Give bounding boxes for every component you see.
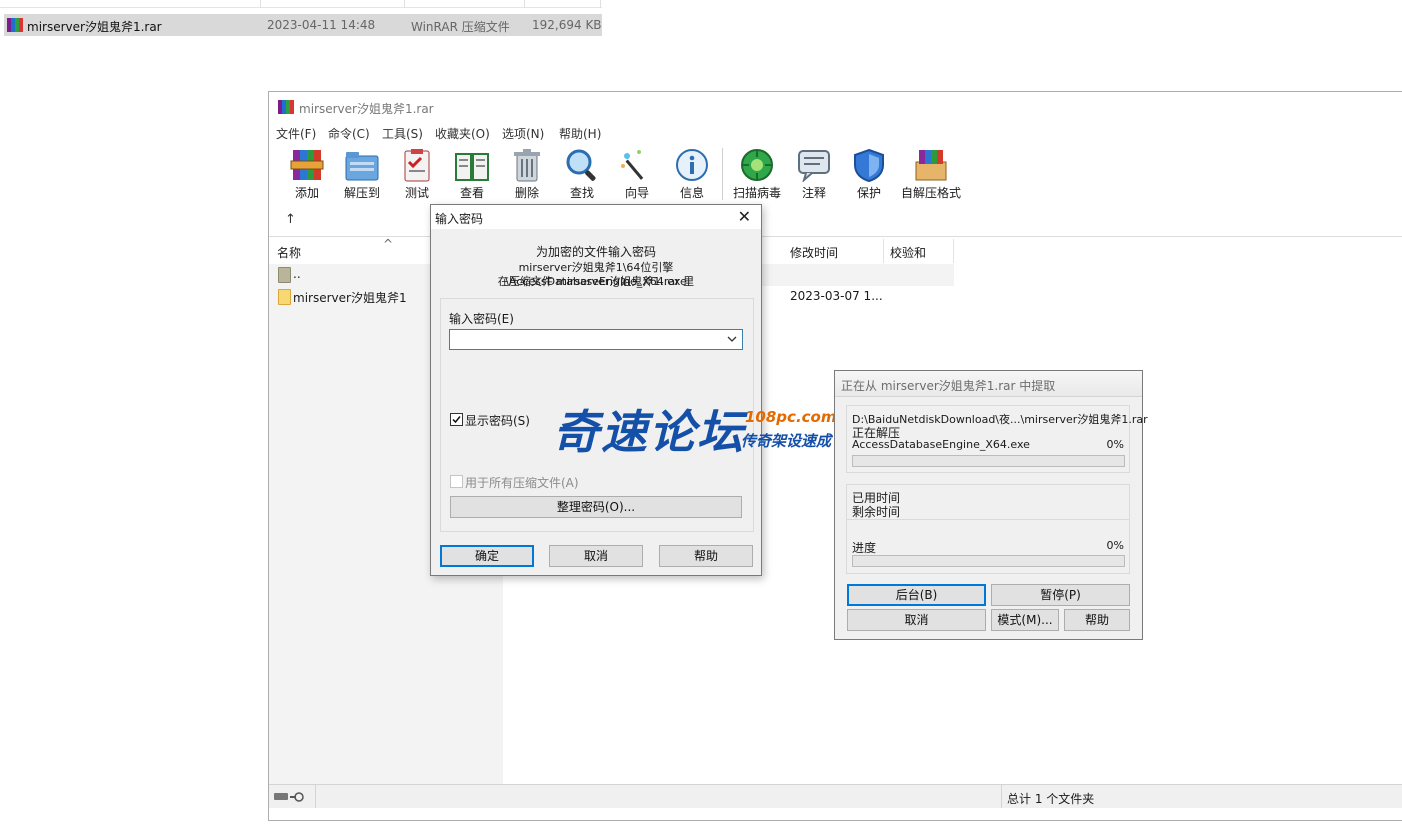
magnifier-icon — [566, 149, 596, 181]
status-bar: 总计 1 个文件夹 — [269, 784, 1402, 808]
column-checksum-header[interactable]: 校验和 — [890, 244, 926, 261]
file-percent: 0% — [1106, 438, 1124, 451]
total-percent: 0% — [1106, 539, 1124, 552]
folder-icon — [278, 289, 291, 305]
password-dialog: 输入密码 ✕ 为加密的文件输入密码 mirserver汐姐鬼斧1\64位引擎\A… — [430, 204, 762, 576]
status-separator — [1001, 785, 1002, 808]
pause-button[interactable]: 暂停(P) — [991, 584, 1130, 606]
current-file-name: AccessDatabaseEngine_X64.exe — [852, 438, 1030, 451]
watermark-domain: 108pc.com — [745, 408, 837, 426]
close-icon[interactable]: ✕ — [738, 207, 751, 226]
archive-name-line: 在压缩文件 mirserver汐姐鬼斧1.rar 里 — [497, 275, 695, 288]
use-for-all-checkbox[interactable] — [450, 475, 463, 488]
menu-help[interactable]: 帮助(H) — [559, 125, 601, 142]
virus-scan-icon — [741, 149, 773, 181]
rar-file-icon — [7, 18, 23, 32]
extract-folder-icon — [345, 152, 379, 181]
password-input[interactable] — [449, 329, 743, 350]
column-modified-header[interactable]: 修改时间 — [790, 244, 838, 261]
add-archive-icon — [290, 150, 324, 180]
info-icon — [676, 149, 708, 181]
view-book-icon — [455, 153, 489, 181]
column-name-header[interactable]: 名称 — [277, 244, 301, 261]
info-button[interactable]: 信息 — [666, 148, 718, 202]
ok-button[interactable]: 确定 — [440, 545, 534, 567]
column-separator — [883, 239, 884, 263]
wizard-wand-icon — [621, 150, 644, 180]
explorer-file-row[interactable]: mirserver汐姐鬼斧1.rar 2023-04-11 14:48 WinR… — [4, 14, 602, 36]
sfx-box-icon — [915, 150, 947, 181]
organize-passwords-button[interactable]: 整理密码(O)... — [450, 496, 742, 518]
explorer-file-name: mirserver汐姐鬼斧1.rar — [27, 20, 162, 34]
row-name: .. — [293, 267, 301, 281]
winrar-app-icon — [278, 100, 294, 114]
window-title: mirserver汐姐鬼斧1.rar — [299, 102, 434, 116]
explorer-file-modified: 2023-04-11 14:48 — [267, 18, 376, 32]
password-field-label: 输入密码(E) — [449, 312, 514, 326]
comment-icon — [798, 150, 830, 182]
help-extract-button[interactable]: 帮助 — [1064, 609, 1130, 631]
row-name: mirserver汐姐鬼斧1 — [293, 291, 407, 305]
mode-button[interactable]: 模式(M)... — [991, 609, 1059, 631]
trash-icon — [514, 149, 540, 182]
help-button[interactable]: 帮助 — [659, 545, 753, 567]
file-progress-bar — [852, 455, 1125, 467]
cancel-button[interactable]: 取消 — [549, 545, 643, 567]
menu-favorites[interactable]: 收藏夹(O) — [435, 125, 490, 142]
status-text: 总计 1 个文件夹 — [1007, 792, 1095, 806]
menu-command[interactable]: 命令(C) — [328, 125, 370, 142]
chevron-down-icon[interactable] — [727, 336, 737, 343]
explorer-file-size: 192,694 KB — [532, 18, 602, 32]
checkmark-icon — [452, 416, 461, 424]
background-button[interactable]: 后台(B) — [847, 584, 986, 606]
shield-icon — [854, 148, 884, 182]
up-one-level-icon[interactable]: ↑ — [285, 212, 296, 227]
show-password-checkbox[interactable] — [450, 413, 463, 426]
dialog-title: 输入密码 — [435, 212, 484, 226]
column-separator — [953, 239, 954, 263]
dialog-heading: 为加密的文件输入密码 — [535, 245, 656, 259]
cancel-extract-button[interactable]: 取消 — [847, 609, 986, 631]
menu-bar: 文件(F) 命令(C) 工具(S) 收藏夹(O) 选项(N) 帮助(H) — [269, 122, 1402, 142]
virus-scan-button[interactable]: 扫描病毒 — [731, 148, 783, 202]
status-separator — [315, 785, 316, 808]
progress-dialog-title: 正在从 mirserver汐姐鬼斧1.rar 中提取 — [835, 371, 1142, 397]
watermark-subtitle: 传奇架设速成 — [741, 432, 832, 450]
sort-ascending-icon: ^ — [383, 237, 394, 251]
progress-label: 进度 — [852, 541, 877, 555]
extraction-progress-dialog: 正在从 mirserver汐姐鬼斧1.rar 中提取 D:\BaiduNetdi… — [834, 370, 1148, 640]
remaining-time-label: 剩余时间 — [852, 505, 901, 519]
show-password-label: 显示密码(S) — [465, 414, 530, 428]
group-divider — [846, 519, 1130, 520]
drive-key-icon[interactable] — [274, 791, 310, 803]
menu-file[interactable]: 文件(F) — [276, 125, 316, 142]
protect-button[interactable]: 保护 — [843, 148, 895, 202]
menu-tools[interactable]: 工具(S) — [382, 125, 423, 142]
explorer-file-type: WinRAR 压缩文件 — [411, 20, 510, 34]
total-progress-bar — [852, 555, 1125, 567]
row-modified: 2023-03-07 1... — [790, 289, 883, 303]
menu-options[interactable]: 选项(N) — [502, 125, 544, 142]
use-for-all-label: 用于所有压缩文件(A) — [465, 476, 579, 490]
explorer-column-header — [0, 0, 602, 8]
sfx-button[interactable]: 自解压格式 — [901, 148, 961, 202]
parent-folder-icon — [278, 267, 291, 283]
watermark-text: 奇速论坛 — [553, 405, 745, 459]
test-clipboard-icon — [404, 149, 430, 182]
